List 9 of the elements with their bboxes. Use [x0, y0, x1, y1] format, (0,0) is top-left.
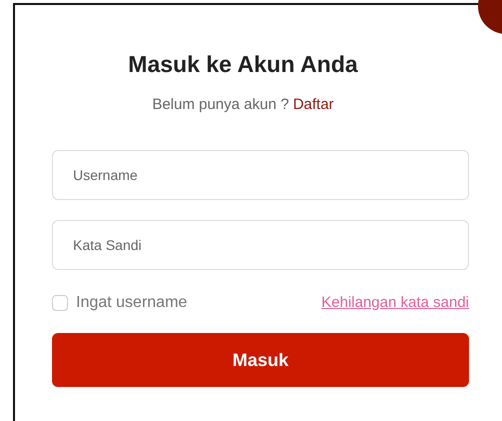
checkbox[interactable] — [52, 295, 68, 311]
submit-button[interactable]: Masuk — [52, 333, 469, 387]
text-field[interactable]: Kata Sandi — [52, 220, 469, 270]
text-field[interactable]: Username — [52, 150, 469, 200]
signup-prompt: Belum punya akun ? — [152, 94, 289, 114]
signup-link[interactable]: Daftar — [292, 94, 334, 116]
remember-label: Ingat username — [76, 293, 188, 313]
modal-title: Masuk ke Akun Anda — [128, 50, 358, 79]
forgot-password-link[interactable]: Kehilangan kata sandi — [321, 292, 469, 314]
